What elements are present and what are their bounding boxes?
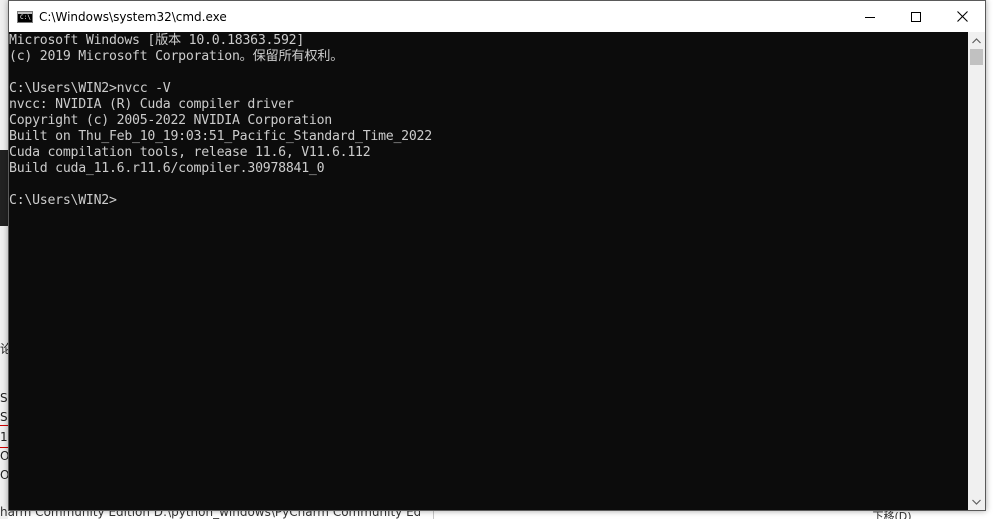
window-controls — [847, 1, 985, 32]
background-red-underline — [0, 447, 8, 448]
window-title: C:\Windows\system32\cmd.exe — [39, 9, 227, 24]
background-text-fragment: 1 — [0, 430, 8, 444]
console-line: Cuda compilation tools, release 11.6, V1… — [9, 145, 371, 160]
title-bar[interactable]: C:\ C:\Windows\system32\cmd.exe — [9, 1, 985, 32]
cmd-icon-glyph: C:\ — [20, 13, 31, 21]
console-prompt[interactable]: C:\Users\WIN2> — [9, 193, 432, 209]
maximize-button[interactable] — [893, 1, 939, 32]
cmd-icon[interactable]: C:\ — [17, 10, 33, 23]
background-text-fragment: O — [0, 449, 8, 463]
background-text-fragment: S — [0, 410, 8, 424]
console-output[interactable]: Microsoft Windows [版本 10.0.18363.592] (c… — [9, 32, 968, 510]
background-text-fragment: O — [0, 468, 8, 482]
background-text-fragment: S — [0, 391, 8, 405]
console-line: Build cuda_11.6.r11.6/compiler.30978841_… — [9, 161, 325, 176]
console-line: nvcc: NVIDIA (R) Cuda compiler driver — [9, 97, 294, 112]
background-divider — [433, 510, 434, 519]
console-line: C:\Users\WIN2>nvcc -V — [9, 81, 171, 96]
console-line: Copyright (c) 2005-2022 NVIDIA Corporati… — [9, 113, 332, 128]
maximize-icon — [911, 11, 921, 22]
close-icon — [956, 11, 968, 22]
scroll-down-button[interactable] — [968, 493, 985, 510]
console-line: (c) 2019 Microsoft Corporation。保留所有权利。 — [9, 49, 344, 64]
minimize-icon — [865, 16, 875, 18]
scrollbar-thumb[interactable] — [970, 49, 983, 65]
console-line: Built on Thu_Feb_10_19:03:51_Pacific_Sta… — [9, 129, 432, 144]
background-text-fragment: 论 — [0, 342, 8, 356]
background-red-underline — [0, 425, 8, 426]
scroll-up-button[interactable] — [968, 32, 985, 49]
scroll-down-arrow-icon — [972, 499, 981, 505]
scroll-up-arrow-icon — [972, 37, 981, 43]
cmd-window: C:\ C:\Windows\system32\cmd.exe Microsof… — [8, 0, 986, 511]
vertical-scrollbar[interactable] — [968, 32, 985, 510]
background-dark-panel — [0, 150, 8, 226]
console-line: Microsoft Windows [版本 10.0.18363.592] — [9, 33, 305, 48]
close-button[interactable] — [939, 1, 985, 32]
minimize-button[interactable] — [847, 1, 893, 32]
console-text-area: Microsoft Windows [版本 10.0.18363.592] (c… — [9, 33, 432, 209]
